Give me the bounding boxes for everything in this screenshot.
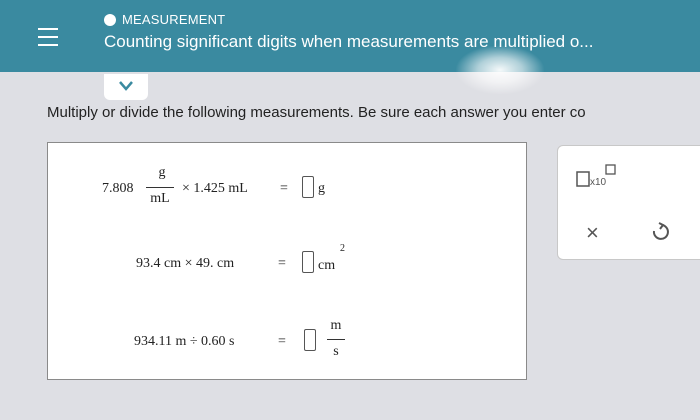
expand-tab[interactable] (104, 74, 148, 100)
eq1-frac-bar (146, 187, 174, 188)
eq2-exponent: 2 (340, 243, 345, 254)
eq2-answer-input[interactable] (302, 251, 314, 273)
scientific-notation-button[interactable]: x10 (576, 164, 626, 188)
undo-icon[interactable] (650, 222, 670, 244)
eq3-frac-bar (327, 339, 345, 340)
eq1-unit: g (318, 181, 325, 196)
eq3-answer-input[interactable] (304, 329, 316, 351)
chevron-down-icon (119, 81, 133, 91)
eq1-frac-num: g (158, 165, 166, 180)
eq3-equals: = (278, 334, 286, 349)
scientific-notation-icon: x10 (576, 164, 616, 188)
eq1-equals: = (280, 181, 288, 196)
eq1-frac-den: mL (150, 191, 170, 206)
eq1-times: × 1.425 mL (182, 181, 248, 196)
light-glare (455, 45, 545, 95)
sci-label: x10 (590, 177, 607, 188)
eq1-coefficient: 7.808 (102, 181, 134, 196)
eq3-unit-den: s (333, 344, 339, 359)
eq2-expression: 93.4 cm × 49. cm (136, 256, 235, 271)
menu-icon[interactable] (38, 28, 58, 48)
eq3-expression: 934.11 m ÷ 0.60 s (134, 334, 235, 349)
tools-panel: x10 × (557, 145, 700, 260)
answer-panel: 7.808 g mL × 1.425 mL = g 93.4 cm × 49. … (47, 142, 527, 380)
status-dot-icon (104, 13, 116, 26)
clear-button[interactable]: × (586, 220, 599, 246)
instruction-text: Multiply or divide the following measure… (47, 104, 586, 121)
topic-row: MEASUREMENT (104, 12, 225, 27)
topic-label: MEASUREMENT (122, 12, 226, 27)
eq1-answer-input[interactable] (302, 176, 314, 198)
eq2-unit: cm (318, 258, 336, 273)
eq2-equals: = (278, 256, 286, 271)
eq3-unit-num: m (330, 318, 342, 333)
header-bar: MEASUREMENT Counting significant digits … (0, 0, 700, 72)
